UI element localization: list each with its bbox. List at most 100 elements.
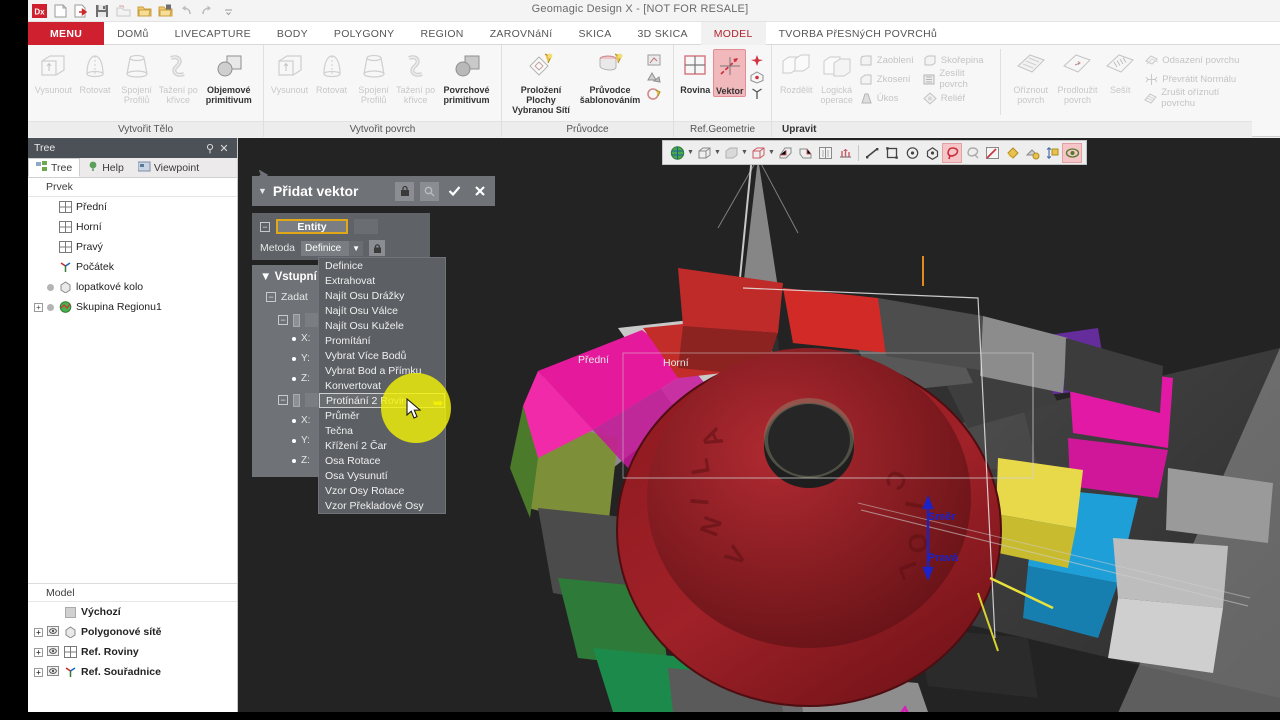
cancel-x-icon[interactable] [470, 182, 489, 201]
menu-item-definice[interactable]: Definice [319, 258, 445, 273]
ribbon-button-vector[interactable]: Vektor [713, 49, 746, 97]
menu-item-průměr[interactable]: Průměr [319, 408, 445, 423]
shaded-box-icon[interactable] [694, 143, 714, 163]
ribbon-tab-tvorba-přesných-povrchů[interactable]: TVORBA PřESNýCH POVRCHů [766, 22, 951, 45]
menu-item-najít-osu-drážky[interactable]: Najít Osu Drážky [319, 288, 445, 303]
ribbon-tab-menu[interactable]: MENU [28, 22, 104, 45]
model-item-výchozí[interactable]: Výchozí [28, 602, 237, 622]
menu-item-extrahovat[interactable]: Extrahovat [319, 273, 445, 288]
patch-network-icon[interactable] [645, 69, 663, 85]
ribbon-button-sweep[interactable]: Tažení po křivce [158, 49, 199, 105]
menu-item-najít-osu-kuželе[interactable]: Najít Osu Kuželе [319, 318, 445, 333]
dialog-pin-icon[interactable] [255, 170, 269, 182]
entity-picker-button[interactable] [354, 219, 378, 234]
polyline-point-icon[interactable] [748, 69, 766, 85]
section-caret-icon[interactable]: ▼ [260, 271, 271, 283]
coordinate-system-icon[interactable] [748, 86, 766, 102]
ribbon-tab-domů[interactable]: DOMů [104, 22, 162, 45]
rectangle-select-icon[interactable] [882, 143, 902, 163]
expand-icon[interactable]: + [34, 628, 43, 637]
menu-item-vybrat-bod-a-přímku[interactable]: Vybrat Bod a Přímku [319, 363, 445, 378]
ribbon-tab-livecapture[interactable]: LIVECAPTURE [162, 22, 264, 45]
visibility-dot[interactable] [47, 284, 54, 291]
auto-surface-icon[interactable] [645, 52, 663, 68]
ribbon-item-draft[interactable]: Úkos [858, 89, 914, 107]
ribbon-button-loft[interactable]: Spojení Profilů [116, 49, 157, 105]
ribbon-item-untrim-surface[interactable]: Zrušit oříznutí povrchu [1143, 89, 1247, 107]
section-back-icon[interactable] [795, 143, 815, 163]
ribbon-tab-zarovnání[interactable]: ZAROVNáNí [477, 22, 566, 45]
ribbon-button-mesh-fit-wizard[interactable]: Proložení Plochy Vybranou Sítí [507, 49, 575, 115]
ribbon-tab-polygony[interactable]: POLYGONY [321, 22, 408, 45]
section-front-icon[interactable] [775, 143, 795, 163]
ribbon-button-plane[interactable]: Rovina [679, 49, 711, 95]
menu-item-najít-osu-válce[interactable]: Najít Osu Válce [319, 303, 445, 318]
menu-item-osa-rotace[interactable]: Osa Rotace [319, 453, 445, 468]
fill-select-icon[interactable] [1002, 143, 1022, 163]
ok-check-icon[interactable] [445, 182, 464, 201]
ribbon-tab-region[interactable]: REGION [407, 22, 476, 45]
ribbon-button-loft-surface[interactable]: Spojení Profilů [353, 49, 394, 105]
menu-item-osa-vysunutí[interactable]: Osa Vysunutí [319, 468, 445, 483]
ribbon-button-split[interactable]: Rozdělit [777, 49, 815, 95]
backface-select-icon[interactable] [1022, 143, 1042, 163]
visible-only-icon[interactable] [1062, 143, 1082, 163]
menu-item-vzor-překladové-osy[interactable]: Vzor Překladové Osy [319, 498, 445, 513]
menu-item-konvertovat[interactable]: Konvertovat [319, 378, 445, 393]
method-combobox[interactable]: Definice ▼ [301, 241, 363, 256]
dialog-collapse-icon[interactable]: ▼ [258, 186, 267, 196]
chevron-down-icon[interactable]: ▼ [687, 149, 694, 156]
point-icon[interactable] [748, 52, 766, 68]
ribbon-item-emboss[interactable]: Reliéf [922, 89, 991, 107]
entity-field[interactable]: Entity [276, 219, 348, 234]
ribbon-tab-3d-skica[interactable]: 3D SKICA [625, 22, 701, 45]
ribbon-tab-body[interactable]: BODY [264, 22, 321, 45]
range-select-icon[interactable] [1042, 143, 1062, 163]
menu-item-promítání[interactable]: Promítání [319, 333, 445, 348]
ribbon-button-loft-wizard[interactable]: Průvodce šablonováním [579, 49, 641, 105]
exact-surface-icon[interactable] [645, 86, 663, 102]
paint-select-icon[interactable] [962, 143, 982, 163]
ribbon-button-extrude-surface[interactable]: Vysunout [269, 49, 310, 95]
brush-select-icon[interactable] [982, 143, 1002, 163]
chevron-down-icon[interactable]: ▼ [714, 149, 721, 156]
ribbon-item-offset-surface[interactable]: Odsazení povrchu [1143, 51, 1247, 69]
ribbon-tab-model[interactable]: MODEL [701, 22, 766, 45]
panel-tab-tree[interactable]: Tree [28, 158, 80, 177]
polygon-select-icon[interactable] [922, 143, 942, 163]
ribbon-tab-skica[interactable]: SKICA [565, 22, 624, 45]
zadat-collapse-icon[interactable]: − [266, 292, 276, 302]
line-select-icon[interactable] [862, 143, 882, 163]
visibility-dot[interactable] [47, 304, 54, 311]
eye-icon[interactable] [47, 626, 59, 639]
tree-item-lopatkové-kolo[interactable]: lopatkové kolo [28, 277, 237, 297]
expand-icon[interactable]: + [34, 648, 43, 657]
close-icon[interactable]: ✕ [217, 142, 231, 155]
ribbon-item-fillet[interactable]: Zaoblení [858, 51, 914, 69]
search-icon[interactable] [420, 182, 439, 201]
pin-icon[interactable]: ⚲ [203, 142, 217, 155]
ribbon-button-solid-primitive[interactable]: Objemové primitivum [200, 49, 258, 105]
split-view-icon[interactable] [815, 143, 835, 163]
ribbon-button-sweep-surface[interactable]: Tažení po křivce [395, 49, 436, 105]
eye-icon[interactable] [47, 666, 59, 679]
ribbon-item-thicken[interactable]: Zesílit povrch [922, 70, 991, 88]
method-lock-icon[interactable] [369, 240, 385, 256]
ribbon-button-revolve[interactable]: Rotovat [75, 49, 116, 95]
globe-render-icon[interactable] [667, 143, 687, 163]
ribbon-button-revolve-surface[interactable]: Rotovat [311, 49, 352, 95]
expand-icon[interactable]: + [34, 303, 43, 312]
sub2-collapse-icon[interactable]: − [278, 395, 288, 405]
ribbon-button-trim-surface[interactable]: Oříznout povrch [1010, 49, 1052, 105]
menu-item-protínání-2-rovin[interactable]: Protínání 2 Rovin [319, 393, 445, 408]
lasso-select-icon[interactable] [942, 143, 962, 163]
clipping-icon[interactable] [835, 143, 855, 163]
eye-icon[interactable] [47, 646, 59, 659]
ribbon-button-boolean[interactable]: Logická operace [817, 49, 855, 105]
circle-select-icon[interactable] [902, 143, 922, 163]
model-item-ref-roviny[interactable]: +Ref. Roviny [28, 642, 237, 662]
method-dropdown-menu[interactable]: DefiniceExtrahovatNajít Osu DrážkyNajít … [318, 257, 446, 514]
lock-icon[interactable] [395, 182, 414, 201]
model-item-polygonové-sítě[interactable]: +Polygonové sítě [28, 622, 237, 642]
tree-item-pravý[interactable]: Pravý [28, 237, 237, 257]
